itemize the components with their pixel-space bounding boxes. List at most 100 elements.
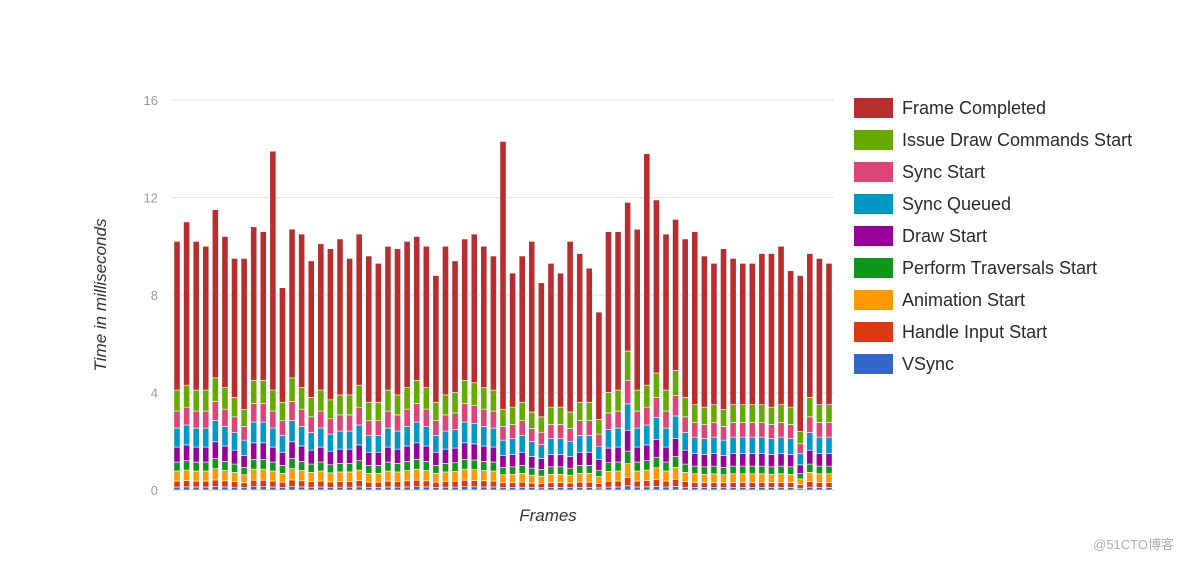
bar-segment-sync-start xyxy=(394,414,401,432)
bar-segment-draw-start xyxy=(681,449,689,465)
bar-segment-perform-traversals-start xyxy=(557,466,564,475)
bar-segment-issue-draw-commands-start xyxy=(566,411,574,429)
bar-segment-perform-traversals-start xyxy=(269,461,277,472)
bar-segment-animation-start xyxy=(681,472,689,482)
frame-bar xyxy=(509,272,516,491)
bar-segment-sync-queued xyxy=(566,441,574,457)
bar-segment-animation-start xyxy=(327,472,334,483)
bar-segment-perform-traversals-start xyxy=(672,456,679,468)
bar-segment-handle-input-start xyxy=(403,480,411,488)
bar-segment-vsync xyxy=(528,487,536,491)
bar-segment-frame-completed xyxy=(528,241,536,413)
bar-segment-sync-start xyxy=(490,410,497,429)
bar-segment-handle-input-start xyxy=(537,483,545,489)
bar-segment-sync-start xyxy=(192,410,200,429)
bar-segment-sync-queued xyxy=(327,433,334,452)
bar-segment-draw-start xyxy=(259,442,267,460)
bar-segment-handle-input-start xyxy=(700,482,708,488)
bar-segment-handle-input-start xyxy=(384,480,392,488)
bar-segment-handle-input-start xyxy=(346,481,353,488)
bar-segment-frame-completed xyxy=(288,228,296,379)
legend-swatch xyxy=(854,194,893,214)
bar-segment-perform-traversals-start xyxy=(643,460,651,471)
bar-segment-issue-draw-commands-start xyxy=(796,431,804,445)
bar-segment-frame-completed xyxy=(442,245,449,396)
frame-bar xyxy=(585,267,593,491)
bar-segment-sync-queued xyxy=(777,436,785,454)
bar-segment-vsync xyxy=(499,487,507,491)
frame-bar xyxy=(614,231,622,491)
bar-segment-sync-queued xyxy=(537,444,545,459)
bar-segment-animation-start xyxy=(442,471,449,482)
bar-segment-draw-start xyxy=(537,458,545,470)
bar-segment-frame-completed xyxy=(374,263,382,403)
frame-bar xyxy=(566,241,574,491)
bar-segment-sync-queued xyxy=(643,424,651,446)
bar-segment-sync-start xyxy=(816,422,823,438)
bar-segment-perform-traversals-start xyxy=(403,461,411,471)
bar-segment-perform-traversals-start xyxy=(298,461,306,471)
bar-segment-sync-queued xyxy=(700,438,708,455)
bar-segment-sync-start xyxy=(231,416,238,433)
bar-segment-sync-queued xyxy=(336,430,344,450)
frame-bar xyxy=(672,219,679,491)
frame-bar xyxy=(796,275,804,491)
bar-segment-issue-draw-commands-start xyxy=(518,401,526,421)
bar-segment-animation-start xyxy=(528,474,536,484)
bar-segment-handle-input-start xyxy=(633,480,641,488)
bar-segment-animation-start xyxy=(403,470,411,482)
bar-segment-issue-draw-commands-start xyxy=(250,380,258,404)
bar-segment-vsync xyxy=(566,487,574,491)
frame-bar xyxy=(710,263,718,491)
bar-segment-frame-completed xyxy=(346,258,353,396)
bar-segment-perform-traversals-start xyxy=(739,465,747,475)
frame-bar xyxy=(499,141,507,491)
frame-bar xyxy=(394,248,401,491)
bar-segment-frame-completed xyxy=(394,248,401,396)
bar-segment-issue-draw-commands-start xyxy=(461,380,469,404)
legend-swatch xyxy=(854,162,893,182)
bar-segment-draw-start xyxy=(566,456,574,469)
bar-segment-handle-input-start xyxy=(250,479,258,488)
bar-segment-sync-queued xyxy=(787,438,795,455)
bar-segment-sync-queued xyxy=(585,435,593,453)
bar-segment-issue-draw-commands-start xyxy=(317,389,325,412)
bar-segment-draw-start xyxy=(777,453,785,467)
bar-segment-handle-input-start xyxy=(317,480,325,488)
bar-segment-perform-traversals-start xyxy=(576,465,584,474)
bar-segment-perform-traversals-start xyxy=(796,473,804,480)
bar-segment-issue-draw-commands-start xyxy=(768,406,775,425)
bar-segment-sync-queued xyxy=(384,427,392,448)
bar-segment-issue-draw-commands-start xyxy=(470,382,478,406)
bar-segment-perform-traversals-start xyxy=(768,466,775,475)
bar-segment-animation-start xyxy=(720,474,727,484)
bar-segment-issue-draw-commands-start xyxy=(346,394,353,416)
y-axis-title: Time in milliseconds xyxy=(91,218,110,371)
frame-bar xyxy=(259,231,267,491)
bar-segment-vsync xyxy=(816,487,823,491)
bars xyxy=(173,141,833,491)
bar-segment-animation-start xyxy=(509,473,516,483)
bar-segment-animation-start xyxy=(279,473,286,483)
bar-segment-issue-draw-commands-start xyxy=(422,387,430,410)
bar-segment-animation-start xyxy=(729,473,737,483)
bar-segment-vsync xyxy=(384,486,392,491)
bar-segment-handle-input-start xyxy=(490,480,497,488)
bar-segment-sync-start xyxy=(662,410,670,429)
bar-segment-perform-traversals-start xyxy=(365,465,373,474)
bar-segment-frame-completed xyxy=(739,263,747,405)
bar-segment-vsync xyxy=(422,486,430,491)
y-tick-label: 12 xyxy=(144,191,158,206)
legend-swatch xyxy=(854,98,893,118)
bar-segment-draw-start xyxy=(547,454,555,468)
bar-segment-sync-start xyxy=(672,395,679,417)
legend-swatch xyxy=(854,322,893,342)
bar-segment-draw-start xyxy=(374,451,382,466)
frame-bar xyxy=(653,199,660,491)
bar-segment-sync-start xyxy=(327,418,334,435)
bar-segment-issue-draw-commands-start xyxy=(662,389,670,412)
bar-segment-perform-traversals-start xyxy=(355,460,363,471)
bar-segment-sync-start xyxy=(346,414,353,432)
bar-segment-vsync xyxy=(211,486,219,491)
bar-segment-sync-start xyxy=(806,416,814,433)
